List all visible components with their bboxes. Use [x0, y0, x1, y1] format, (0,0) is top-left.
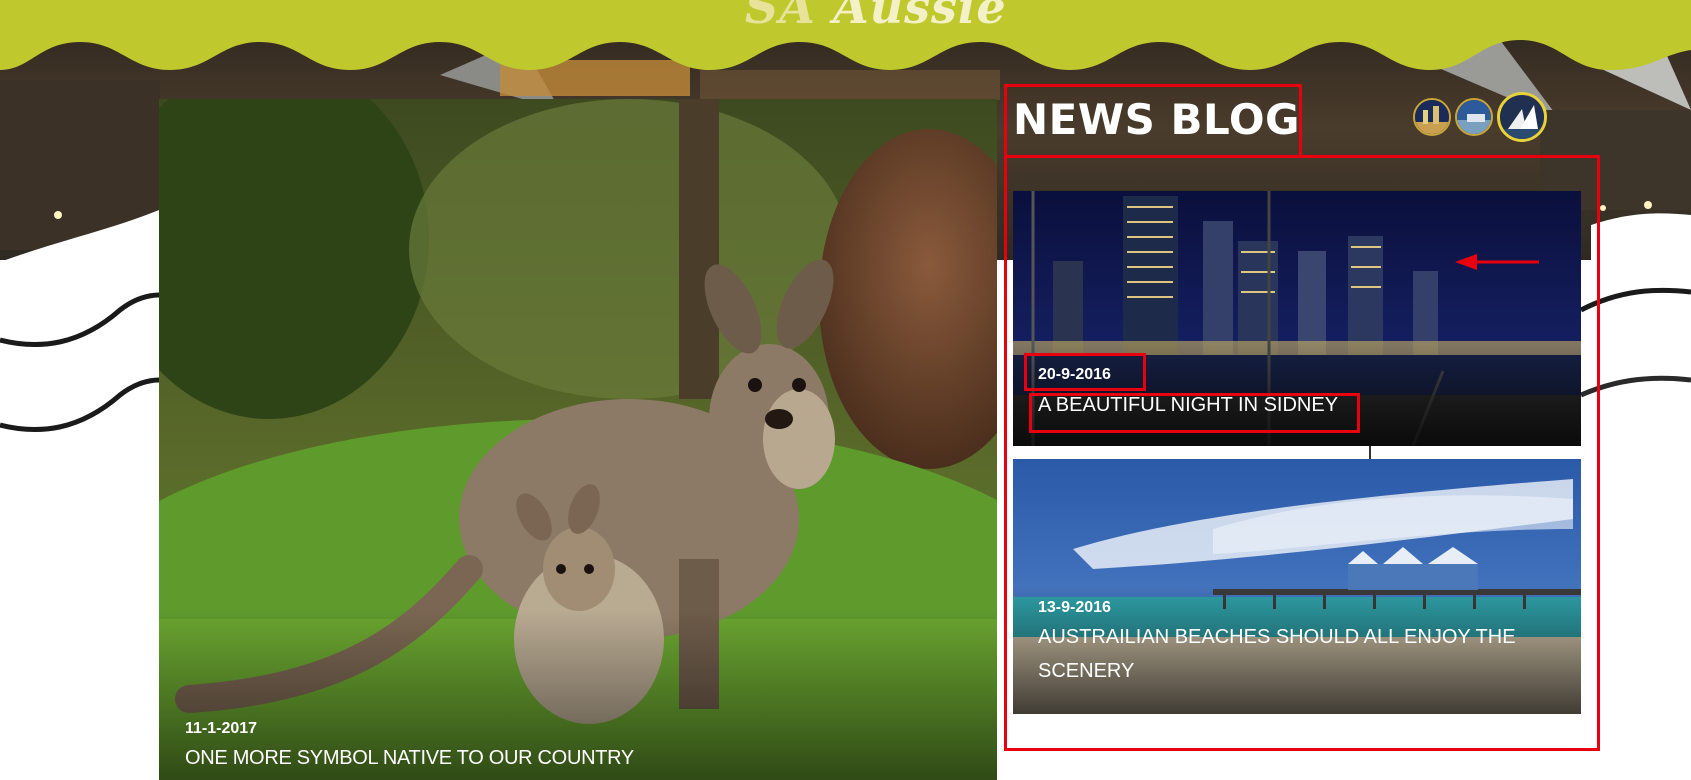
featured-post-title[interactable]: ONE MORE SYMBOL NATIVE TO OUR COUNTRY [185, 747, 634, 770]
news-post-date-2: 13-9-2016 [1038, 599, 1111, 616]
slider-thumbnails [1413, 92, 1547, 142]
slider-thumb-3[interactable] [1497, 92, 1547, 142]
featured-post-date: 11-1-2017 [185, 720, 258, 737]
news-post-card-2[interactable]: 13-9-2016 AUSTRAILIAN BEACHES SHOULD ALL… [1013, 459, 1581, 714]
featured-post[interactable]: 11-1-2017 ONE MORE SYMBOL NATIVE TO OUR … [159, 99, 997, 780]
slider-thumb-2[interactable] [1455, 98, 1493, 136]
news-post-date-1: 20-9-2016 [1038, 366, 1111, 383]
news-post-card-1[interactable]: 20-9-2016 A BEAUTIFUL NIGHT IN SIDNEY [1013, 191, 1581, 446]
featured-post-image [159, 99, 997, 780]
logo-text: Aussie [832, 0, 1007, 34]
annotation-arrow-icon [1455, 254, 1539, 270]
news-blog-heading: NEWS BLOG [1013, 95, 1300, 144]
news-post-title-1[interactable]: A BEAUTIFUL NIGHT IN SIDNEY [1038, 388, 1558, 422]
slider-thumb-1[interactable] [1413, 98, 1451, 136]
news-post-title-2[interactable]: AUSTRAILIAN BEACHES SHOULD ALL ENJOY THE… [1038, 620, 1558, 688]
logo-prefix: SA [745, 0, 816, 34]
site-logo[interactable]: SA Aussie [745, 0, 1007, 34]
